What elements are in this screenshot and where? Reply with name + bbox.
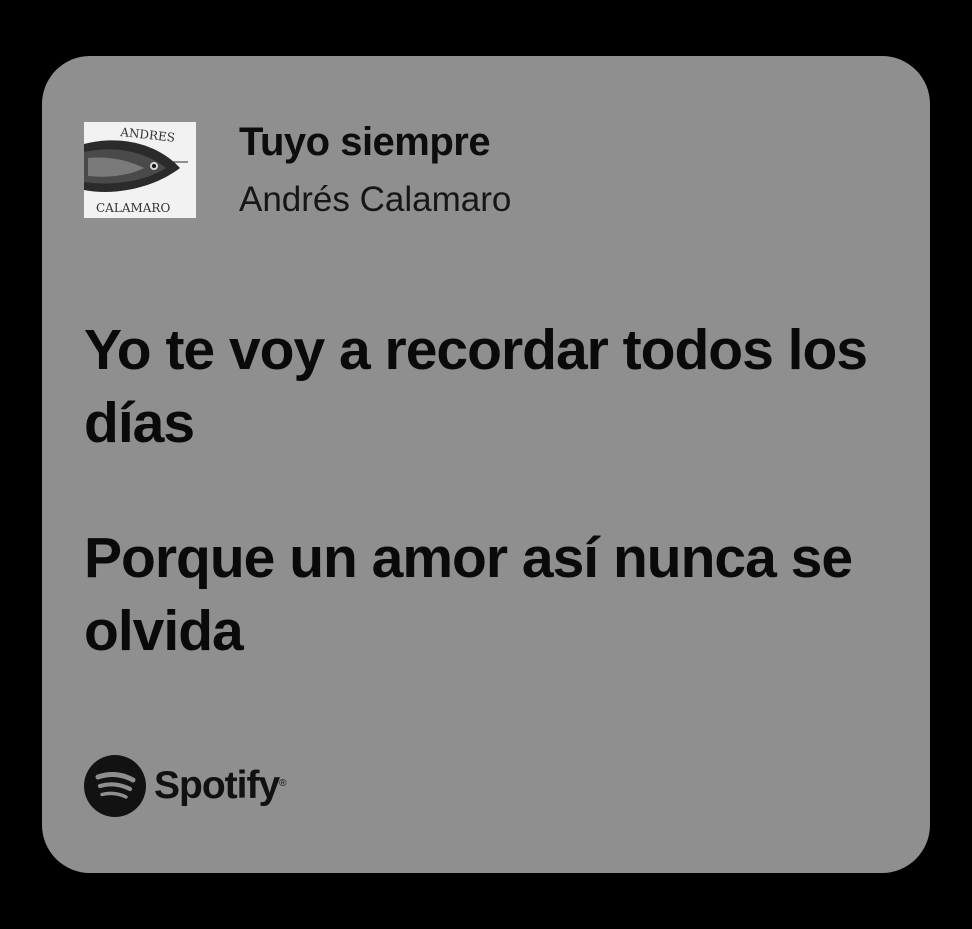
track-title: Tuyo siempre [239,120,491,164]
album-art: ANDRES CALAMARO [84,122,196,218]
track-artist: Andrés Calamaro [239,180,512,219]
album-cover-fish-icon: ANDRES CALAMARO [84,122,196,218]
spotify-wordmark: Spotify [154,764,280,807]
lyric-line: Porque un amor así nunca se olvida [84,526,853,663]
registered-mark: ® [279,777,287,789]
spotify-logo-icon [84,755,146,817]
lyrics-share-card: ANDRES CALAMARO Tuyo siempre Andrés Cala… [42,56,930,873]
lyrics-block: Yo te voy a recordar todos los días Porq… [84,314,894,730]
svg-text:CALAMARO: CALAMARO [96,201,170,215]
spotify-branding: Spotify ® [84,755,287,817]
lyric-line: Yo te voy a recordar todos los días [84,318,868,455]
